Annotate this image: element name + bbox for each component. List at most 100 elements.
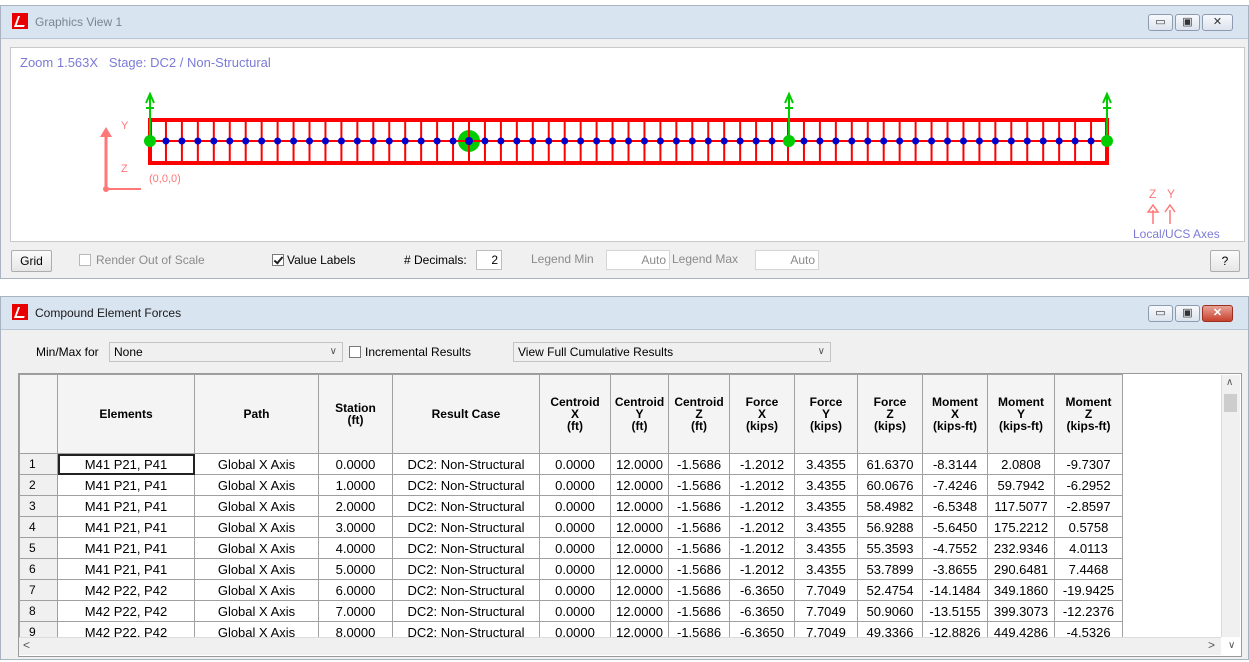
graphics-view-titlebar[interactable]: Graphics View 1 ▭ ▣ ✕ <box>1 6 1248 39</box>
forces-table-container[interactable]: Elements Path Station (ft) Result Case Centro… <box>18 373 1242 657</box>
minmax-select[interactable]: None ∨ <box>109 342 343 362</box>
maximize-button[interactable]: ▣ <box>1175 305 1200 322</box>
column-header[interactable]: Centroid Z (ft) <box>668 374 730 454</box>
column-header[interactable]: Moment X (kips-ft) <box>922 374 988 454</box>
table-cell[interactable]: 0.0000 <box>539 453 611 475</box>
table-cell[interactable]: M41 P21, P41 <box>57 516 195 538</box>
row-number[interactable]: 6 <box>19 558 58 580</box>
table-cell[interactable]: 0.0000 <box>539 537 611 559</box>
minimize-button[interactable]: ▭ <box>1148 305 1173 322</box>
table-cell[interactable]: -5.6450 <box>922 516 988 538</box>
legend-min-input[interactable]: Auto <box>606 250 670 270</box>
table-cell[interactable]: -6.2952 <box>1054 474 1123 496</box>
table-cell[interactable]: 7.7049 <box>794 600 858 622</box>
table-cell[interactable]: DC2: Non-Structural <box>392 600 540 622</box>
table-cell[interactable]: -12.2376 <box>1054 600 1123 622</box>
table-cell[interactable]: DC2: Non-Structural <box>392 579 540 601</box>
table-cell[interactable]: 52.4754 <box>857 579 923 601</box>
table-cell[interactable]: -1.2012 <box>729 537 795 559</box>
scroll-right-icon[interactable]: > <box>1208 638 1215 652</box>
scroll-up-icon[interactable]: ∧ <box>1226 377 1233 388</box>
table-cell[interactable]: 0.0000 <box>539 474 611 496</box>
scroll-thumb[interactable] <box>1224 394 1237 412</box>
column-header[interactable]: Centroid Y (ft) <box>610 374 669 454</box>
table-cell[interactable]: -1.5686 <box>668 600 730 622</box>
table-cell[interactable]: 12.0000 <box>610 474 669 496</box>
table-cell[interactable]: -1.5686 <box>668 537 730 559</box>
table-cell[interactable]: DC2: Non-Structural <box>392 495 540 517</box>
table-cell[interactable]: M42 P22, P42 <box>57 579 195 601</box>
table-cell[interactable]: 0.5758 <box>1054 516 1123 538</box>
table-cell[interactable]: 7.0000 <box>318 600 393 622</box>
table-row[interactable]: 1 M41 P21, P41 Global X Axis 0.0000 DC2: Non… <box>19 453 1123 475</box>
table-cell[interactable]: 3.4355 <box>794 495 858 517</box>
table-cell[interactable]: -1.2012 <box>729 495 795 517</box>
table-row[interactable]: 2 M41 P21, P41 Global X Axis 1.0000 DC2: Non… <box>19 474 1123 496</box>
table-cell[interactable]: 56.9288 <box>857 516 923 538</box>
table-cell[interactable]: -1.5686 <box>668 495 730 517</box>
table-cell[interactable]: 5.0000 <box>318 558 393 580</box>
row-number[interactable]: 4 <box>19 516 58 538</box>
table-cell[interactable]: 50.9060 <box>857 600 923 622</box>
column-header[interactable]: Moment Y (kips-ft) <box>987 374 1055 454</box>
table-cell[interactable]: -13.5155 <box>922 600 988 622</box>
table-cell[interactable]: -1.2012 <box>729 453 795 475</box>
close-button[interactable]: ✕ <box>1202 14 1233 31</box>
column-header[interactable]: Force Z (kips) <box>857 374 923 454</box>
graphics-canvas[interactable]: Zoom 1.563X Stage: DC2 / Non-Structural … <box>10 47 1245 242</box>
column-header[interactable]: Force X (kips) <box>729 374 795 454</box>
table-cell[interactable]: 232.9346 <box>987 537 1055 559</box>
table-cell[interactable]: 12.0000 <box>610 600 669 622</box>
table-cell[interactable]: 1.0000 <box>318 474 393 496</box>
column-header[interactable]: Centroid X (ft) <box>539 374 611 454</box>
render-out-of-scale-checkbox[interactable] <box>79 254 91 266</box>
table-cell[interactable]: -19.9425 <box>1054 579 1123 601</box>
table-cell[interactable]: M41 P21, P41 <box>57 474 195 496</box>
table-cell[interactable]: 399.3073 <box>987 600 1055 622</box>
table-row[interactable]: 8 M42 P22, P42 Global X Axis 7.0000 DC2: Non… <box>19 600 1123 622</box>
table-cell[interactable]: 3.4355 <box>794 558 858 580</box>
table-cell[interactable]: 55.3593 <box>857 537 923 559</box>
table-cell[interactable]: 7.4468 <box>1054 558 1123 580</box>
column-header[interactable]: Path <box>194 374 319 454</box>
table-cell[interactable]: 12.0000 <box>610 516 669 538</box>
table-cell[interactable]: 0.0000 <box>318 453 393 475</box>
table-cell[interactable]: 7.7049 <box>794 579 858 601</box>
table-cell[interactable]: Global X Axis <box>194 453 319 475</box>
table-cell[interactable]: -1.5686 <box>668 453 730 475</box>
table-cell[interactable]: 3.4355 <box>794 474 858 496</box>
table-row[interactable]: 7 M42 P22, P42 Global X Axis 6.0000 DC2: Non… <box>19 579 1123 601</box>
table-cell[interactable]: 59.7942 <box>987 474 1055 496</box>
table-cell[interactable]: DC2: Non-Structural <box>392 516 540 538</box>
table-cell[interactable]: DC2: Non-Structural <box>392 474 540 496</box>
table-cell[interactable]: -2.8597 <box>1054 495 1123 517</box>
column-header[interactable]: Force Y (kips) <box>794 374 858 454</box>
column-header[interactable]: Result Case <box>392 374 540 454</box>
horizontal-scrollbar[interactable]: < > <box>19 637 1221 655</box>
table-cell[interactable]: -6.3650 <box>729 600 795 622</box>
table-cell[interactable]: M41 P21, P41 <box>57 537 195 559</box>
table-cell[interactable]: M41 P21, P41 <box>57 453 195 475</box>
row-number[interactable]: 3 <box>19 495 58 517</box>
table-cell[interactable]: -14.1484 <box>922 579 988 601</box>
table-row[interactable]: 3 M41 P21, P41 Global X Axis 2.0000 DC2: Non… <box>19 495 1123 517</box>
legend-max-input[interactable]: Auto <box>755 250 819 270</box>
table-cell[interactable]: 12.0000 <box>610 537 669 559</box>
vertical-scrollbar[interactable]: ∧ <box>1221 375 1240 637</box>
row-number[interactable]: 1 <box>19 453 58 475</box>
table-cell[interactable]: 175.2212 <box>987 516 1055 538</box>
table-cell[interactable]: 290.6481 <box>987 558 1055 580</box>
row-number[interactable]: 8 <box>19 600 58 622</box>
table-cell[interactable]: Global X Axis <box>194 600 319 622</box>
row-number[interactable]: 7 <box>19 579 58 601</box>
scroll-left-icon[interactable]: < <box>23 638 30 652</box>
table-cell[interactable]: DC2: Non-Structural <box>392 537 540 559</box>
table-cell[interactable]: Global X Axis <box>194 516 319 538</box>
table-cell[interactable]: 0.0000 <box>539 558 611 580</box>
table-cell[interactable]: -1.2012 <box>729 516 795 538</box>
table-cell[interactable]: 61.6370 <box>857 453 923 475</box>
table-cell[interactable]: 6.0000 <box>318 579 393 601</box>
table-cell[interactable]: M41 P21, P41 <box>57 558 195 580</box>
table-cell[interactable]: -3.8655 <box>922 558 988 580</box>
forces-titlebar[interactable]: Compound Element Forces ▭ ▣ ✕ <box>1 297 1248 330</box>
